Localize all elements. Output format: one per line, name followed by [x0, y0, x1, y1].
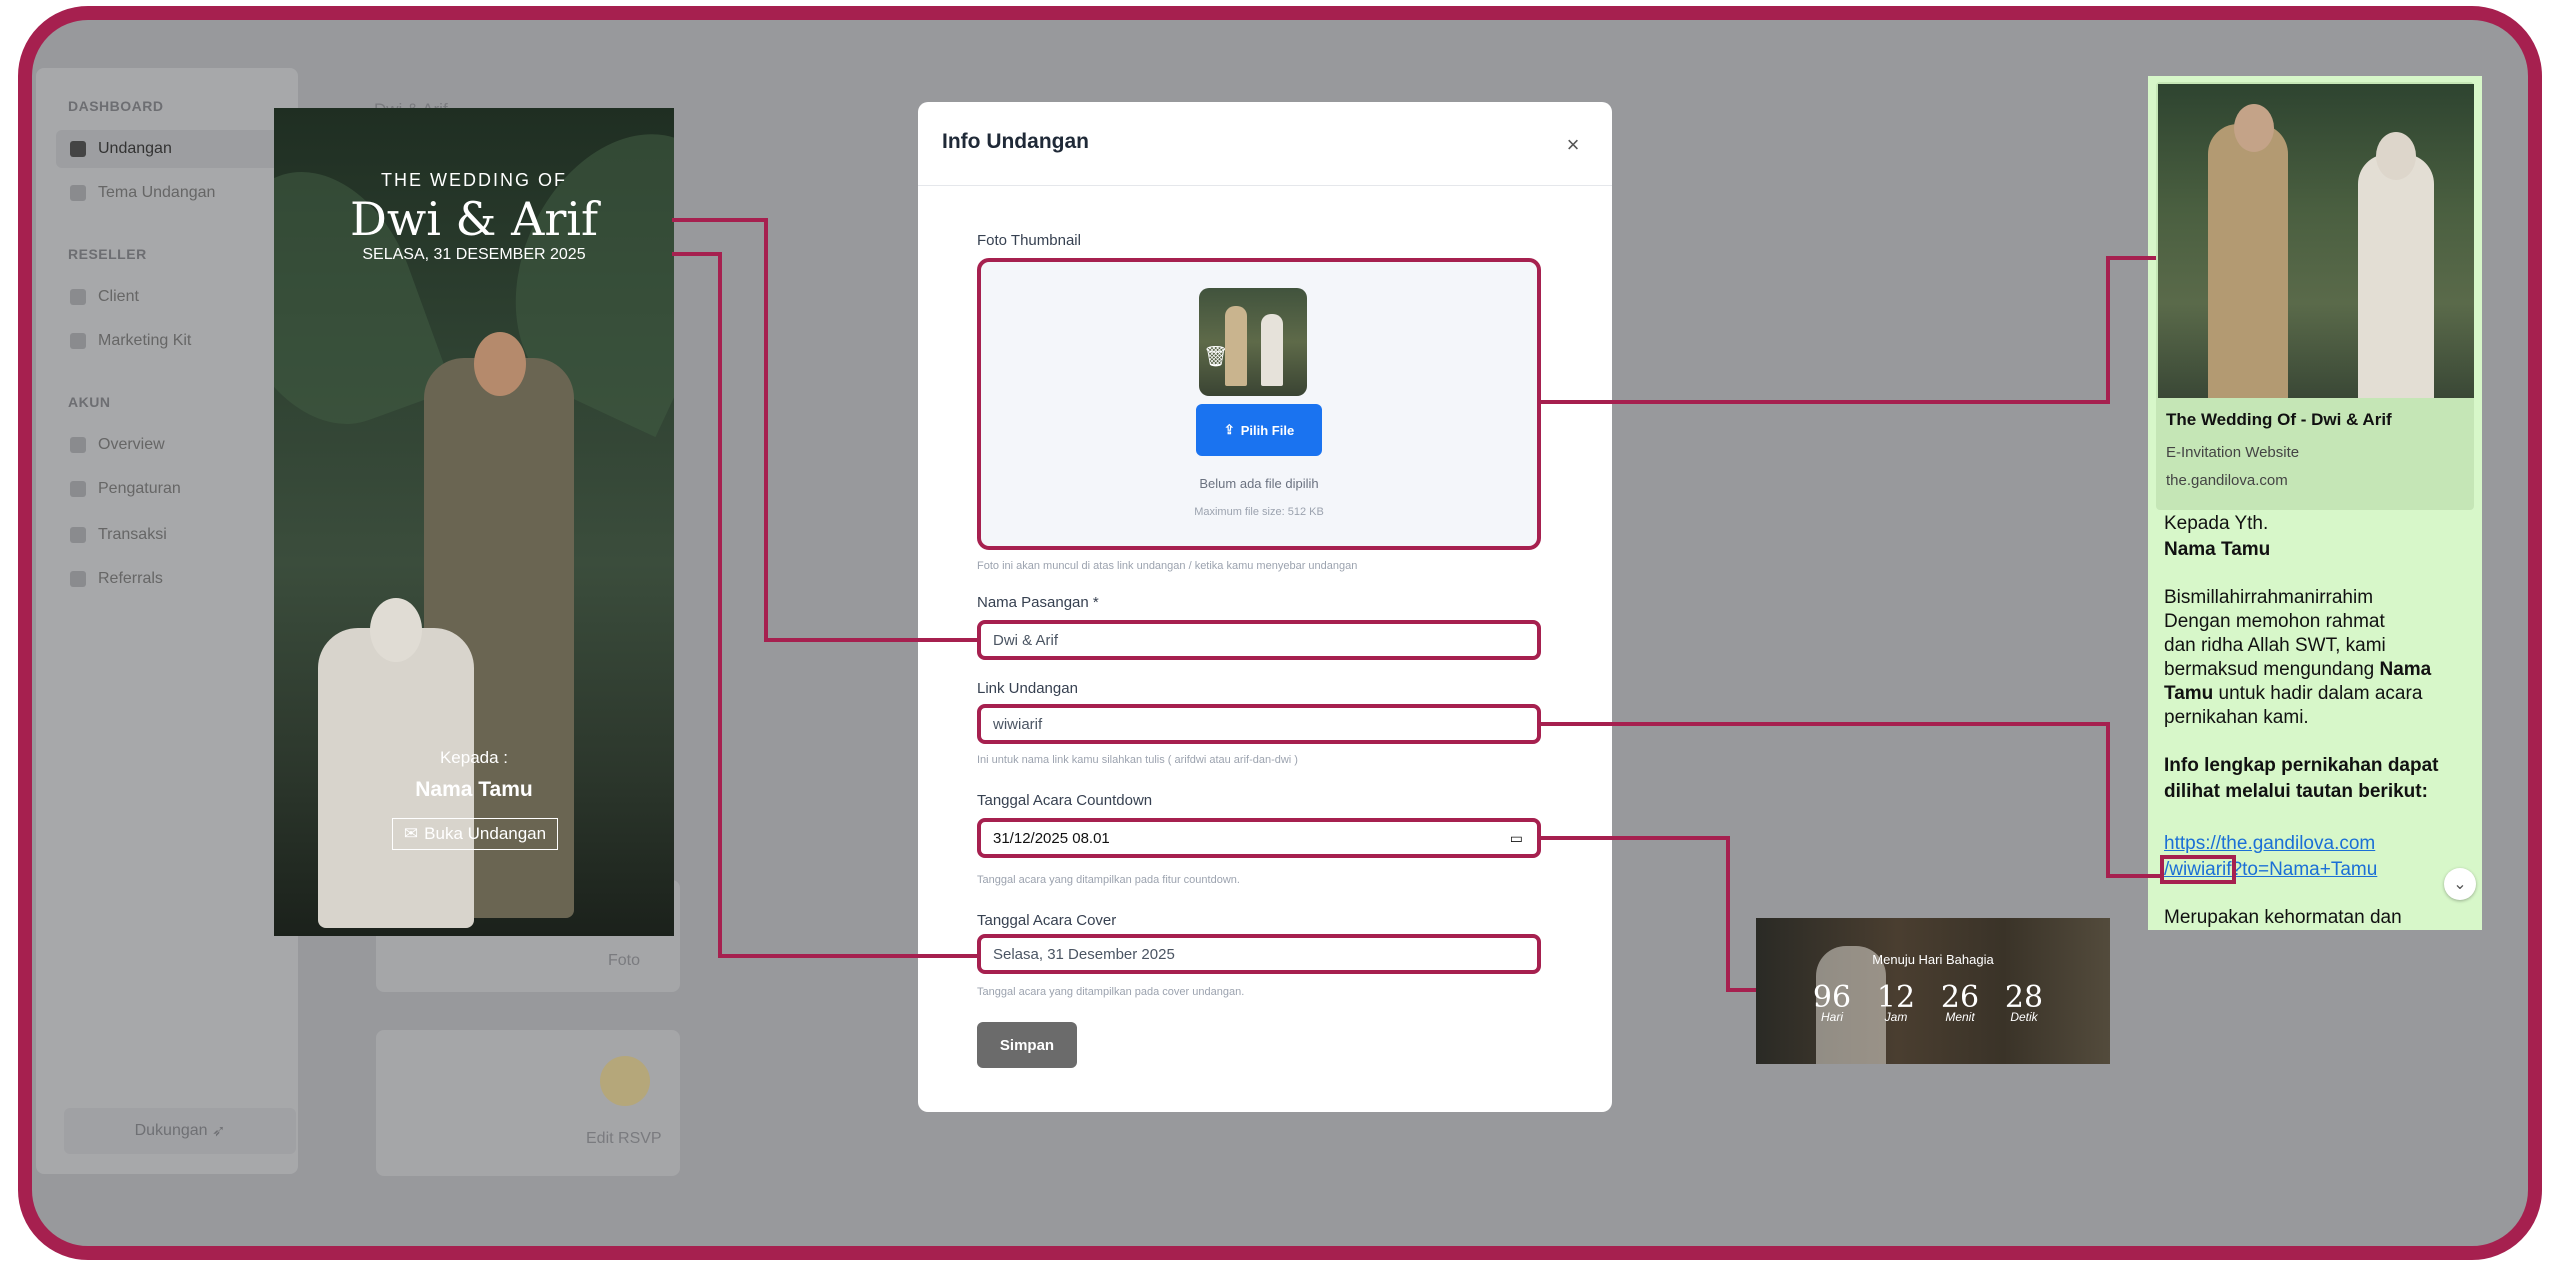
- connector-names: [672, 218, 977, 642]
- connector-link: [1541, 722, 2160, 878]
- connector-countdown: [1541, 836, 1756, 992]
- annotation-connectors: [672, 218, 2160, 992]
- connector-cover-date: [672, 252, 977, 958]
- connector-thumbnail: [1541, 256, 2156, 404]
